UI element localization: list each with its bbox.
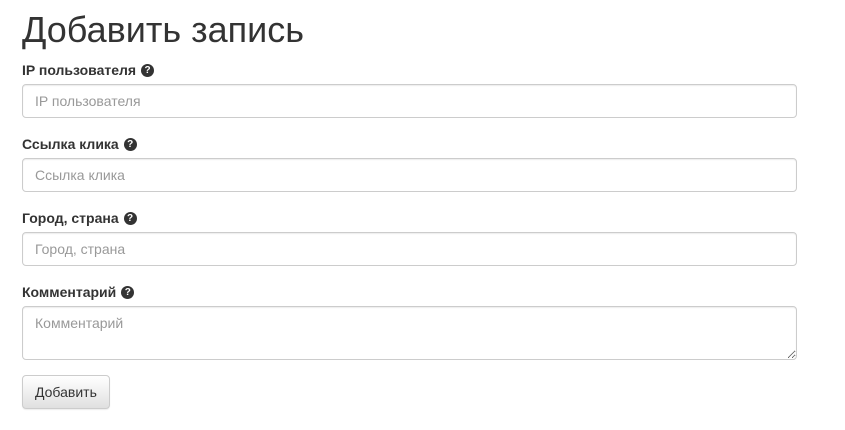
comment-field-label-text: Комментарий bbox=[22, 284, 117, 300]
question-circle-icon[interactable]: ? bbox=[123, 211, 137, 225]
comment-textarea[interactable] bbox=[22, 306, 797, 360]
click-link-input[interactable] bbox=[22, 158, 797, 192]
question-circle-icon[interactable]: ? bbox=[121, 285, 135, 299]
question-circle-icon[interactable]: ? bbox=[123, 137, 137, 151]
question-circle-icon[interactable]: ? bbox=[141, 63, 155, 77]
add-button[interactable]: Добавить bbox=[22, 375, 110, 409]
city-country-field-label: Город, страна ? bbox=[22, 209, 137, 227]
comment-field-label: Комментарий ? bbox=[22, 283, 135, 301]
ip-field-label: IP пользователя ? bbox=[22, 61, 155, 79]
add-record-page: Добавить запись IP пользователя ? Ссылка… bbox=[0, 0, 845, 430]
ip-input[interactable] bbox=[22, 84, 797, 118]
click-link-field-label: Ссылка клика ? bbox=[22, 135, 137, 153]
ip-field-label-text: IP пользователя bbox=[22, 62, 137, 78]
click-link-field-label-text: Ссылка клика bbox=[22, 136, 119, 152]
city-country-input[interactable] bbox=[22, 232, 797, 266]
city-country-field-label-text: Город, страна bbox=[22, 210, 119, 226]
page-title: Добавить запись bbox=[22, 9, 304, 50]
